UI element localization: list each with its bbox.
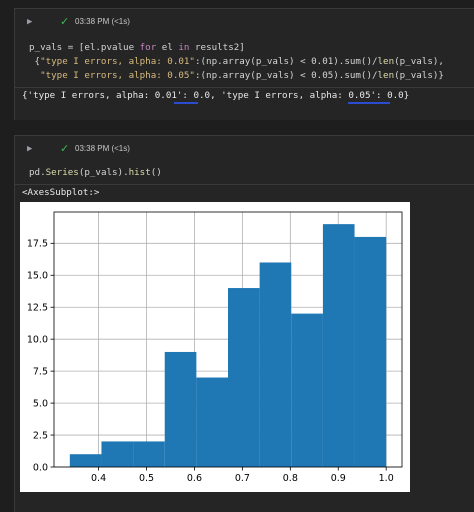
underline-annotation-2: [348, 102, 390, 104]
code-token: (p_vals),: [394, 56, 444, 67]
code-token: "type I errors, alpha: 0.01": [40, 56, 195, 67]
histogram-bar: [228, 288, 260, 467]
code-token: (p_vals)}: [394, 70, 444, 81]
code-token: hist: [128, 167, 151, 178]
cell-execution-bar: ▶ ✓ 03:38 PM (<1s): [15, 136, 474, 162]
code-line: p_vals = [el.pvalue for el in results2]: [29, 41, 444, 55]
code-token: (): [150, 167, 162, 178]
x-tick-label: 0.7: [235, 473, 250, 484]
histogram-plot: 0.4 0.5 0.6 0.7 0.8 0.9 1.0 0.0 2.5 5.0 7.5 10.0 12.…: [20, 202, 410, 492]
check-icon: ✓: [60, 15, 70, 28]
histogram-chart: 0.4 0.5 0.6 0.7 0.8 0.9 1.0 0.0 2.5 5.0 7.5 10.0 12.…: [27, 211, 403, 484]
code-token: :(np.array(p_vals) < 0.01).sum()/: [194, 56, 378, 67]
code-token: el: [156, 42, 179, 53]
y-tick-label: 15.0: [27, 271, 48, 282]
y-tick-label: 12.5: [27, 303, 48, 314]
histogram-bar: [196, 377, 228, 467]
code-line: pd.Series(p_vals).hist(): [29, 166, 162, 180]
underline-annotation-1: [174, 102, 198, 104]
execution-time: 03:38 PM (<1s): [75, 17, 130, 26]
histogram-bar: [164, 351, 197, 467]
code-token: len: [377, 70, 395, 81]
run-cell-button[interactable]: ▶: [27, 143, 37, 155]
execution-time: 03:38 PM (<1s): [75, 144, 130, 153]
y-tick-label: 7.5: [33, 366, 48, 377]
x-tick-label: 0.4: [91, 473, 106, 484]
y-tick-label: 17.5: [27, 239, 48, 250]
y-tick-label: 5.0: [33, 398, 48, 409]
code-token: for: [139, 42, 157, 53]
x-tick-label: 0.5: [139, 473, 154, 484]
code-token: :(np.array(p_vals) < 0.05).sum()/: [194, 70, 378, 81]
code-token: Series: [45, 167, 79, 178]
histogram-bar: [259, 262, 292, 467]
code-token: len: [377, 56, 395, 67]
x-tick-label: 1.0: [379, 473, 394, 484]
code-token: in: [178, 42, 190, 53]
check-icon: ✓: [60, 142, 70, 155]
code-token: p_vals = [el.pvalue: [29, 42, 140, 53]
code-token: results2]: [189, 42, 245, 53]
y-tick-label: 10.0: [27, 334, 48, 345]
cell-output-text: {'type I errors, alpha: 0.01': 0.0, 'typ…: [22, 90, 410, 101]
code-editor[interactable]: p_vals = [el.pvalue for el in results2] …: [29, 41, 444, 83]
code-token: {: [29, 56, 41, 67]
histogram-bar: [101, 441, 134, 467]
code-token: pd.: [29, 167, 46, 178]
y-tick-label: 2.5: [33, 430, 48, 441]
run-cell-button[interactable]: ▶: [27, 16, 37, 28]
cell-execution-bar: ▶ ✓ 03:38 PM (<1s): [15, 9, 474, 35]
code-editor[interactable]: pd.Series(p_vals).hist(): [29, 166, 162, 180]
x-tick-label: 0.8: [283, 473, 298, 484]
code-token: "type I errors, alpha: 0.05": [40, 70, 195, 81]
code-line: "type I errors, alpha: 0.05":(np.array(p…: [29, 69, 444, 83]
code-line: {"type I errors, alpha: 0.01":(np.array(…: [29, 55, 444, 69]
histogram-bar: [291, 313, 323, 467]
histogram-bar: [69, 454, 102, 467]
code-token: (p_vals).: [78, 167, 129, 178]
x-tick-label: 0.6: [187, 473, 202, 484]
histogram-bar: [133, 441, 165, 467]
cell-output-text: <AxesSubplot:>: [22, 187, 100, 198]
histogram-bar: [322, 224, 355, 467]
output-divider: [15, 184, 474, 185]
x-tick-label: 0.9: [331, 473, 346, 484]
histogram-bar: [354, 236, 387, 467]
notebook-cell-1[interactable]: ▶ ✓ 03:38 PM (<1s) p_vals = [el.pvalue f…: [14, 8, 474, 120]
y-tick-label: 0.0: [33, 462, 48, 473]
output-divider: [15, 87, 474, 88]
